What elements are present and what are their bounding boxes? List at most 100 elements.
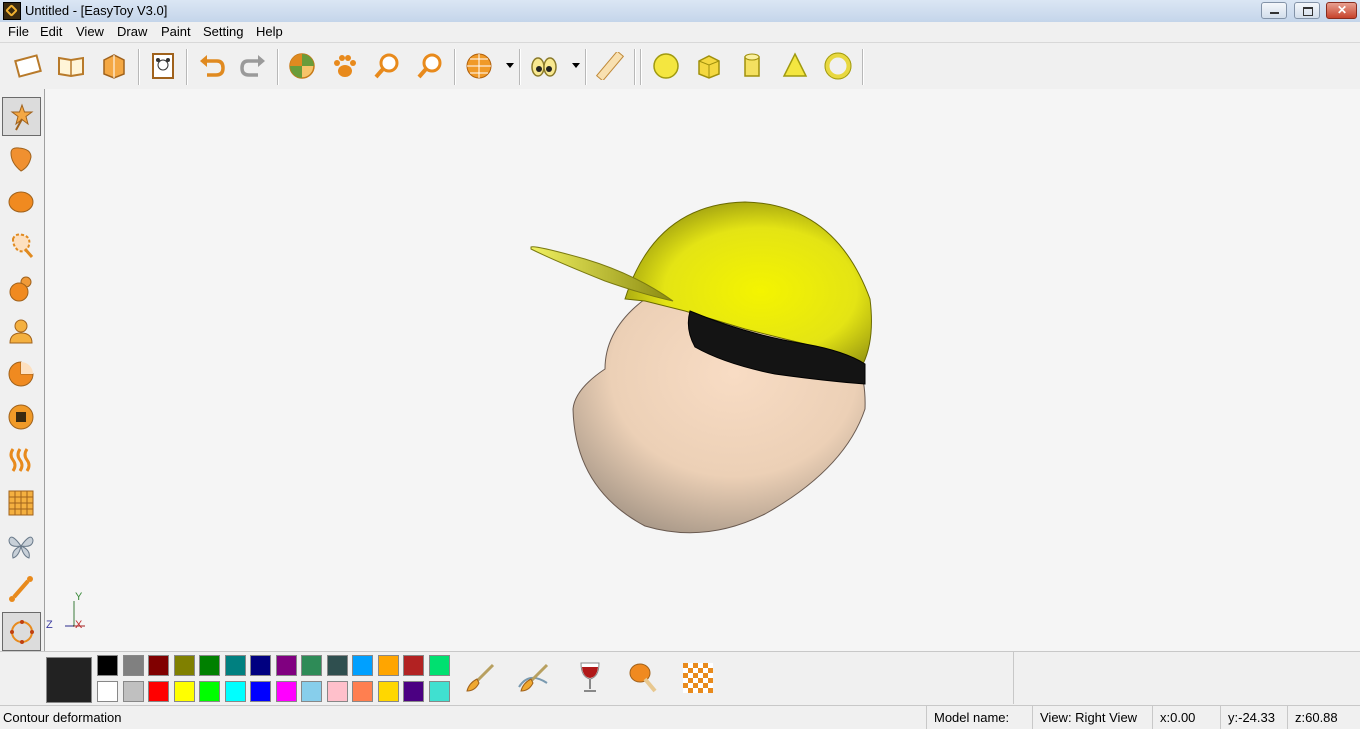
color-swatch[interactable] <box>429 681 450 702</box>
butterfly-icon <box>7 532 35 560</box>
color-swatch[interactable] <box>123 681 144 702</box>
new-button[interactable] <box>8 46 48 86</box>
color-swatch[interactable] <box>148 681 169 702</box>
spray-tool[interactable] <box>511 655 557 701</box>
color-swatch[interactable] <box>225 655 246 676</box>
rotate-button[interactable] <box>282 46 322 86</box>
menu-setting[interactable]: Setting <box>203 24 243 39</box>
color-swatch[interactable] <box>123 655 144 676</box>
color-swatch[interactable] <box>352 655 373 676</box>
color-swatch[interactable] <box>199 655 220 676</box>
menu-bar: File Edit View Draw Paint Setting Help <box>0 22 1360 42</box>
spray-brush-icon <box>517 661 551 695</box>
color-swatch[interactable] <box>276 681 297 702</box>
checker-texture-icon <box>681 661 715 695</box>
color-swatch[interactable] <box>174 681 195 702</box>
color-swatch[interactable] <box>429 655 450 676</box>
print-button[interactable] <box>143 46 183 86</box>
color-swatch[interactable] <box>327 655 348 676</box>
close-button[interactable] <box>1326 2 1357 19</box>
wave-tool[interactable] <box>2 441 41 480</box>
cube-button[interactable] <box>689 46 729 86</box>
pan-button[interactable] <box>325 46 365 86</box>
cone-button[interactable] <box>775 46 815 86</box>
pie-cut-tool[interactable] <box>2 355 41 394</box>
toolbar-separator <box>454 49 456 85</box>
color-swatch[interactable] <box>174 655 195 676</box>
ellipsoid-icon <box>7 188 35 216</box>
color-swatch[interactable] <box>378 655 399 676</box>
color-swatch[interactable] <box>301 655 322 676</box>
figure-tool[interactable] <box>2 312 41 351</box>
undo-button[interactable] <box>191 46 231 86</box>
torus-button[interactable] <box>818 46 858 86</box>
pinwheel-icon <box>288 52 316 80</box>
magic-wand-tool[interactable] <box>2 97 41 136</box>
color-swatch[interactable] <box>250 655 271 676</box>
contour-deformation-icon <box>8 618 36 646</box>
axis-label-y: Y <box>75 591 83 603</box>
butterfly-tool[interactable] <box>2 527 41 566</box>
balloon-tool[interactable] <box>2 140 41 179</box>
sphere-pair-tool[interactable] <box>2 269 41 308</box>
title-bar: Untitled - [EasyToy V3.0] <box>0 0 1360 23</box>
brush-tool[interactable] <box>457 655 503 701</box>
zoom-in-button[interactable] <box>367 46 407 86</box>
pie-cut-icon <box>7 360 35 388</box>
redo-button[interactable] <box>234 46 274 86</box>
toolbar-separator <box>519 49 521 85</box>
color-swatch[interactable] <box>199 681 220 702</box>
menu-edit[interactable]: Edit <box>40 24 62 39</box>
color-swatch[interactable] <box>403 681 424 702</box>
color-swatch[interactable] <box>225 681 246 702</box>
color-swatch[interactable] <box>378 681 399 702</box>
color-swatch[interactable] <box>403 655 424 676</box>
viewport-canvas[interactable] <box>45 89 1360 651</box>
grid-tool[interactable] <box>2 484 41 523</box>
color-swatch[interactable] <box>97 681 118 702</box>
color-swatch[interactable] <box>352 681 373 702</box>
render-mode-button[interactable] <box>459 46 499 86</box>
menu-help[interactable]: Help <box>256 24 283 39</box>
fill-tool[interactable] <box>567 655 613 701</box>
menu-paint[interactable]: Paint <box>161 24 191 39</box>
color-swatch[interactable] <box>327 681 348 702</box>
sphere-button[interactable] <box>646 46 686 86</box>
open-button[interactable] <box>51 46 91 86</box>
status-z: z:60.88 <box>1295 710 1338 725</box>
contour-deformation-tool[interactable] <box>2 612 41 651</box>
save-button[interactable] <box>94 46 134 86</box>
bone-tool[interactable] <box>2 570 41 609</box>
status-divider <box>1220 706 1221 729</box>
color-swatch[interactable] <box>97 655 118 676</box>
texture-tool[interactable] <box>675 655 721 701</box>
ruler-button[interactable] <box>590 46 630 86</box>
zoom-out-button[interactable] <box>410 46 450 86</box>
menu-view[interactable]: View <box>76 24 104 39</box>
menu-draw[interactable]: Draw <box>117 24 147 39</box>
render-mode-dropdown[interactable] <box>506 63 514 68</box>
cylinder-button[interactable] <box>732 46 772 86</box>
status-model-name: Model name: <box>934 710 1010 725</box>
3d-viewport[interactable]: Y Z X <box>45 89 1360 651</box>
minimize-button[interactable] <box>1261 2 1287 19</box>
status-message: Contour deformation <box>3 710 122 725</box>
button-tool[interactable] <box>2 398 41 437</box>
current-color-swatch[interactable] <box>46 657 92 703</box>
menu-file[interactable]: File <box>8 24 29 39</box>
color-swatch[interactable] <box>276 655 297 676</box>
color-swatch[interactable] <box>250 681 271 702</box>
color-swatch[interactable] <box>301 681 322 702</box>
lasso-tool[interactable] <box>2 226 41 265</box>
status-y: y:-24.33 <box>1228 710 1275 725</box>
drumstick-tool[interactable] <box>621 655 667 701</box>
color-swatch[interactable] <box>148 655 169 676</box>
eyes-dropdown[interactable] <box>572 63 580 68</box>
drumstick-icon <box>627 661 661 695</box>
toolbar-separator <box>585 49 587 85</box>
save-box-icon <box>100 52 128 80</box>
eyes-button[interactable] <box>524 46 564 86</box>
ellipsoid-tool[interactable] <box>2 183 41 222</box>
cone-primitive-icon <box>781 52 809 80</box>
restore-button[interactable] <box>1294 2 1320 19</box>
